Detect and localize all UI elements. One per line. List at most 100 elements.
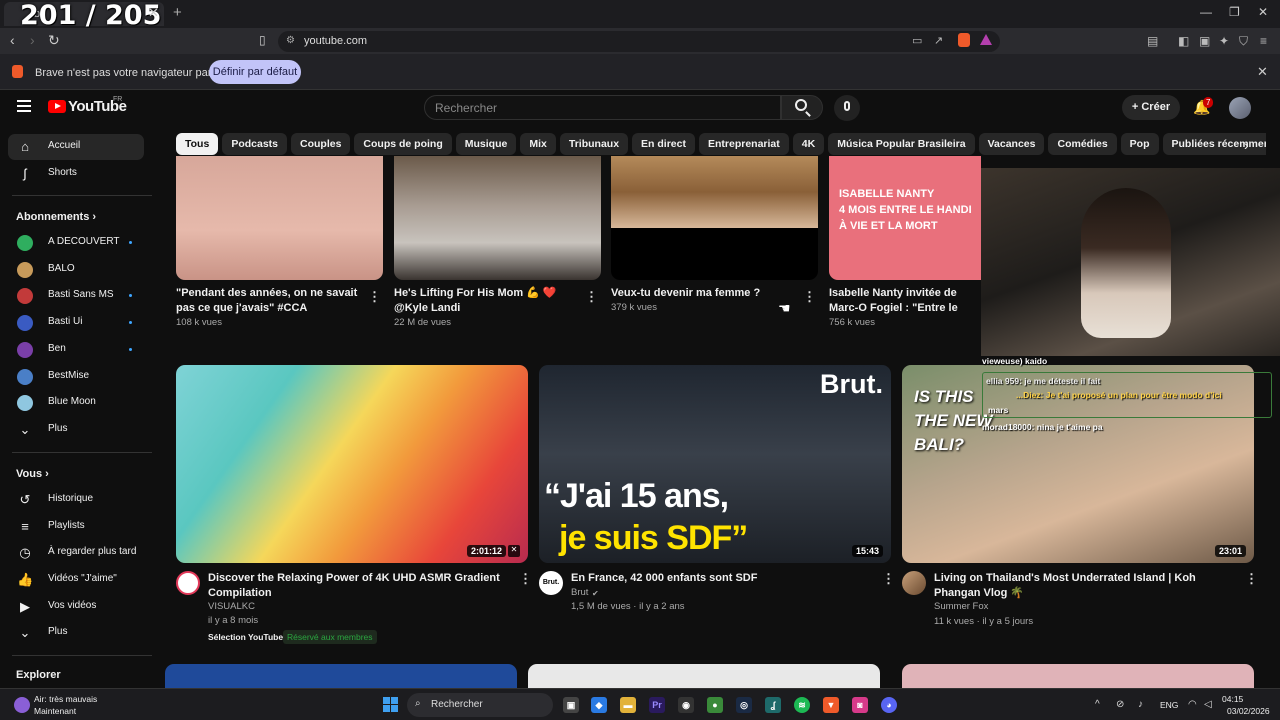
account-avatar[interactable] — [1229, 97, 1251, 119]
sidebar-subscription-item[interactable]: BALO — [8, 257, 144, 283]
restore-icon[interactable]: ❐ — [1229, 5, 1240, 19]
site-info-icon[interactable]: ⚙ — [286, 35, 295, 46]
sidebar-item-clock[interactable]: ◷ À regarder plus tard — [8, 540, 144, 566]
keyboard-language[interactable]: ENG — [1160, 700, 1178, 710]
chip-10[interactable]: Música Popular Brasileira — [828, 133, 975, 155]
video-thumbnail[interactable] — [611, 156, 818, 280]
video-title[interactable]: Living on Thailand's Most Underrated Isl… — [934, 571, 1244, 601]
spotify-icon[interactable]: ≋ — [794, 697, 810, 713]
search-input[interactable]: Rechercher — [424, 95, 781, 120]
clock-date[interactable]: 03/02/2026 — [1227, 706, 1270, 716]
voice-search-button[interactable] — [834, 95, 860, 121]
sidebar-item-thumbs-up[interactable]: 👍 Vidéos "J'aime" — [8, 567, 144, 593]
minimize-icon[interactable]: — — [1200, 5, 1212, 19]
tab-close-icon[interactable]: ✕ — [148, 5, 159, 21]
bookmark-icon[interactable]: ▯ — [259, 33, 266, 47]
video-thumbnail[interactable] — [902, 664, 1254, 688]
start-button[interactable] — [383, 697, 399, 713]
set-default-button[interactable]: Définir par défaut — [209, 60, 301, 84]
youtube-logo-icon[interactable] — [48, 100, 66, 113]
premiere-pro-icon[interactable]: Pr — [649, 697, 665, 713]
chip-14[interactable]: Publiées récemment — [1162, 133, 1266, 155]
new-tab-icon[interactable]: + — [173, 4, 182, 21]
video-thumbnail[interactable]: ISABELLE NANTY 4 MOIS ENTRE LE HANDI À V… — [829, 156, 981, 280]
search-button[interactable] — [781, 95, 823, 120]
file-explorer-icon[interactable]: ▬ — [620, 697, 636, 713]
back-icon[interactable]: ‹ — [10, 32, 15, 48]
chip-4[interactable]: Musique — [455, 133, 517, 155]
channel-avatar[interactable]: Brut. — [539, 571, 563, 595]
create-button[interactable]: + Créer — [1122, 95, 1180, 120]
more-options-icon[interactable]: ⋮ — [368, 289, 381, 305]
chrome-icon[interactable]: ● — [707, 697, 723, 713]
sidebar-more-button[interactable]: ⌄ Plus — [8, 417, 144, 443]
video-title[interactable]: "Pendant des années, on ne savait pas ce… — [176, 286, 362, 316]
chip-8[interactable]: Entreprenariat — [698, 133, 789, 155]
url-field[interactable]: ⚙ youtube.com ▭ ↗ — [278, 31, 1000, 52]
video-thumbnail[interactable] — [528, 664, 880, 688]
window-close-icon[interactable]: ✕ — [1258, 5, 1268, 19]
volume-icon[interactable]: ◁ — [1204, 699, 1212, 710]
leo-ai-icon[interactable]: ✦ — [1219, 34, 1229, 48]
forward-icon[interactable]: › — [30, 32, 35, 48]
sidebar-panel-icon[interactable]: ▤ — [1147, 34, 1158, 48]
more-options-icon[interactable]: ⋮ — [585, 289, 598, 305]
app-icon[interactable]: ◙ — [852, 697, 868, 713]
video-thumbnail[interactable]: Brut. “J'ai 15 ans, je suis SDF” 15:43 — [539, 365, 891, 563]
video-title[interactable]: He's Lifting For His Mom 💪 ❤️ @Kyle Land… — [394, 286, 580, 316]
more-options-icon[interactable]: ⋮ — [519, 571, 532, 587]
sidebar-more-button-2[interactable]: ⌄ Plus — [8, 620, 144, 646]
more-options-icon[interactable]: ⋮ — [803, 289, 816, 305]
infobar-close-icon[interactable]: ✕ — [1257, 64, 1268, 80]
share-icon[interactable]: ↗ — [934, 34, 943, 47]
app-icon[interactable]: ʆ — [765, 697, 781, 713]
you-heading[interactable]: Vous › — [16, 468, 49, 480]
video-title[interactable]: Isabelle Nanty invitée de Marc-O Fogiel … — [829, 286, 981, 316]
subscriptions-heading[interactable]: Abonnements › — [16, 211, 96, 223]
video-thumbnail[interactable]: 2:01:12 ✕ — [176, 365, 528, 563]
sidebar-subscription-item[interactable]: Basti Ui — [8, 310, 144, 336]
task-view-icon[interactable]: ▣ — [563, 697, 579, 713]
channel-name[interactable]: VISUALKC — [208, 600, 255, 614]
chip-13[interactable]: Pop — [1120, 133, 1159, 155]
reload-icon[interactable]: ↻ — [48, 32, 60, 49]
channel-name[interactable]: Summer Fox — [934, 600, 988, 614]
tray-overflow-icon[interactable]: ^ — [1095, 699, 1100, 710]
chip-6[interactable]: Tribunaux — [559, 133, 629, 155]
chip-0[interactable]: Tous — [176, 133, 219, 155]
chips-next-chevron-icon[interactable]: › — [1244, 137, 1249, 153]
video-thumbnail[interactable] — [165, 664, 517, 688]
tray-app-icon[interactable]: ⊘ — [1116, 699, 1124, 710]
chip-1[interactable]: Podcasts — [222, 133, 287, 155]
chip-2[interactable]: Couples — [291, 133, 351, 155]
sidebar-subscription-item[interactable]: A DECOUVERT — [8, 230, 144, 256]
microphone-tray-icon[interactable]: ♪ — [1138, 699, 1143, 710]
wallet-icon[interactable]: ▣ — [1199, 34, 1210, 48]
vpn-icon[interactable]: ⛉ — [1239, 34, 1248, 49]
sidebar-subscription-item[interactable]: Basti Sans MS — [8, 283, 144, 309]
more-options-icon[interactable]: ⋮ — [1245, 571, 1258, 587]
brave-icon[interactable]: ▼ — [823, 697, 839, 713]
more-options-icon[interactable]: ⋮ — [882, 571, 895, 587]
obs-icon[interactable]: ◉ — [678, 697, 694, 713]
sidebar-toggle-icon[interactable]: ◧ — [1178, 34, 1189, 48]
video-title[interactable]: En France, 42 000 enfants sont SDF — [571, 571, 871, 586]
sidebar-subscription-item[interactable]: Blue Moon — [8, 390, 144, 416]
clock-time[interactable]: 04:15 — [1222, 694, 1243, 704]
video-title[interactable]: Discover the Relaxing Power of 4K UHD AS… — [208, 571, 508, 601]
brave-rewards-icon[interactable] — [980, 34, 992, 45]
video-thumbnail[interactable] — [176, 156, 383, 280]
video-title[interactable]: Veux-tu devenir ma femme ? — [611, 286, 797, 301]
sidebar-item-home[interactable]: ⌂ Accueil — [8, 134, 144, 160]
sidebar-item-video[interactable]: ▶ Vos vidéos — [8, 594, 144, 620]
sidebar-subscription-item[interactable]: Ben — [8, 337, 144, 363]
widgets-icon[interactable]: ◆ — [591, 697, 607, 713]
steam-icon[interactable]: ◎ — [736, 697, 752, 713]
chip-3[interactable]: Coups de poing — [354, 133, 452, 155]
chip-5[interactable]: Mix — [520, 133, 556, 155]
menu-icon[interactable]: ≡ — [1260, 34, 1267, 48]
video-thumbnail[interactable] — [394, 156, 601, 280]
sidebar-item-playlist[interactable]: ≡ Playlists — [8, 514, 144, 540]
discord-icon[interactable]: ◕ — [881, 697, 897, 713]
hamburger-menu-icon[interactable] — [17, 100, 31, 112]
